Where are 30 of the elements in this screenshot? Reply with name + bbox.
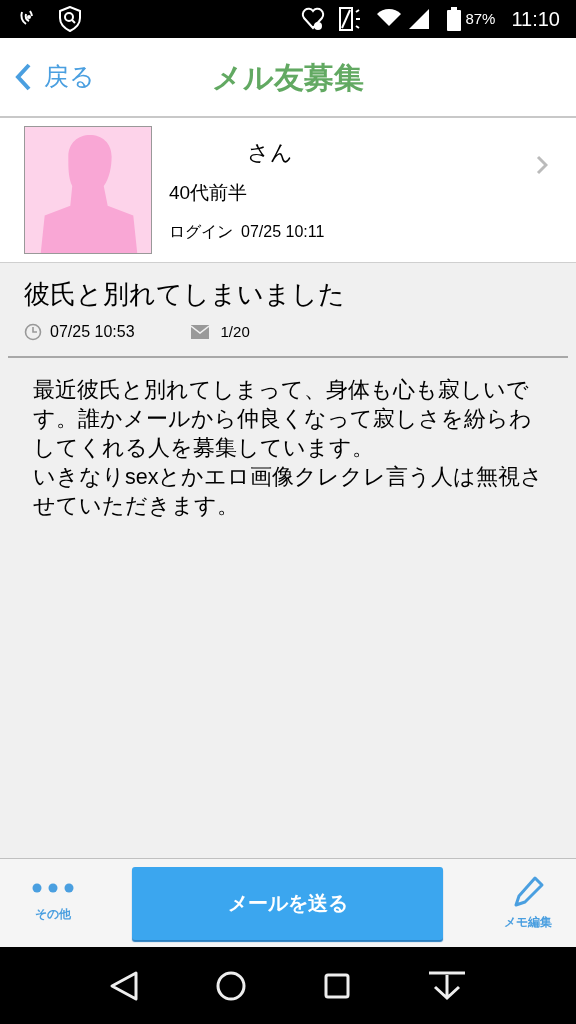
- shield-icon: [58, 6, 82, 32]
- battery-icon: [447, 7, 462, 31]
- screen-title: メル友募集: [212, 59, 364, 96]
- clock-icon: [24, 323, 42, 341]
- envelope-icon: [190, 325, 209, 339]
- profile-card[interactable]: さん 40代前半 ログイン 07/25 10:11: [0, 118, 576, 263]
- battery-level: 87%: [465, 8, 496, 29]
- heart-phone-icon: [301, 6, 326, 32]
- home-nav-icon[interactable]: [216, 970, 247, 1001]
- dots-icon: [32, 883, 74, 893]
- signal-icon: [407, 7, 432, 31]
- memo-edit-button[interactable]: メモ編集: [504, 875, 552, 931]
- post-paragraph: 最近彼氏と別れてしまって、身体も心も寂しいです。誰かメールから仲良くなって寂しさを紛らわしてくれる人を募集しています。: [33, 377, 533, 462]
- chevron-left-icon: [14, 61, 32, 92]
- clock-time: 11:10: [511, 7, 560, 32]
- post-paragraph: いきなりsexとかエロ画像クレクレ言う人は無視させていただきます。: [33, 464, 545, 520]
- login-time: 07/25 10:11: [241, 221, 325, 242]
- recents-nav-icon[interactable]: [323, 972, 350, 999]
- user-name: さん: [247, 139, 294, 168]
- post-time: 07/25 10:53: [50, 322, 135, 342]
- send-mail-button[interactable]: メールを送る: [132, 866, 443, 940]
- more-button[interactable]: その他: [24, 883, 82, 923]
- back-button[interactable]: 戻る: [14, 58, 95, 96]
- login-label: ログイン: [169, 221, 233, 242]
- post-title: 彼氏と別れてしまいました: [24, 278, 346, 311]
- chevron-right-icon: [536, 155, 548, 175]
- mail-count: 1/20: [220, 321, 250, 342]
- hide-nav-icon[interactable]: [427, 970, 468, 1001]
- back-nav-icon[interactable]: [108, 969, 139, 1002]
- age-group: 40代前半: [169, 179, 536, 208]
